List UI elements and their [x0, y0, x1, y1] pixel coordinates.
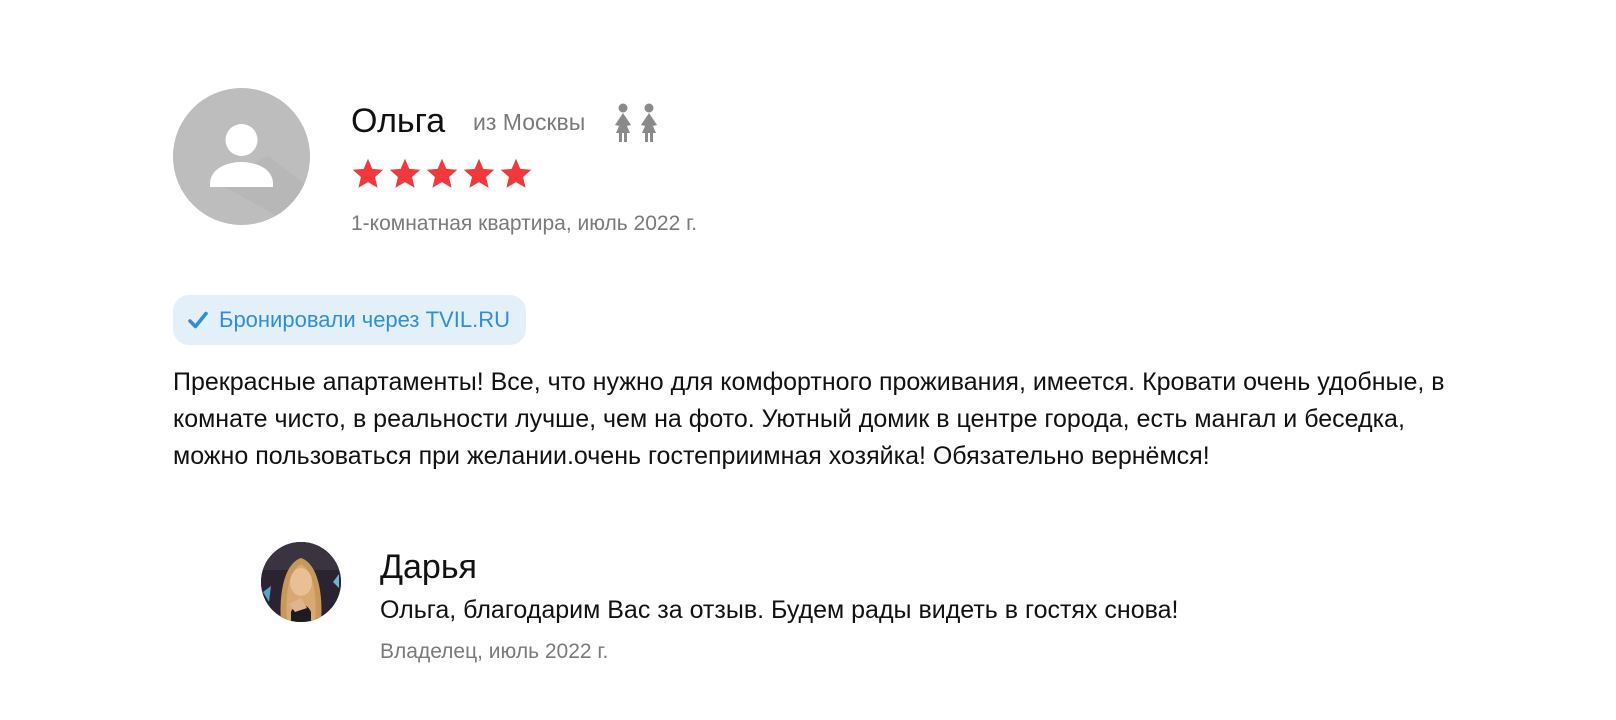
reviewer-avatar [173, 88, 310, 225]
default-user-avatar-icon [173, 88, 310, 225]
star-icon [352, 158, 384, 188]
star-icon [426, 158, 458, 188]
star-icon [463, 158, 495, 188]
reviewer-name: Ольга [351, 102, 446, 140]
booked-via-badge: Бронировали через TVIL.RU [173, 295, 526, 345]
star-icon [389, 158, 421, 188]
review-text: Прекрасные апартаменты! Все, что нужно д… [173, 368, 1445, 470]
reviewer-city: из Москвы [473, 109, 586, 135]
owner-name: Дарья [380, 548, 477, 586]
checkmark-icon [188, 311, 208, 329]
owner-avatar [261, 542, 341, 622]
stay-info: 1-комнатная квартира, июль 2022 г. [351, 212, 698, 235]
star-icon [500, 158, 532, 188]
owner-photo-avatar [261, 542, 341, 622]
booked-via-label: Бронировали через TVIL.RU [219, 307, 510, 332]
rating-stars [350, 156, 534, 192]
owner-reply-meta: Владелец, июль 2022 г. [380, 640, 609, 663]
review-card: Ольга из Москвы 1-комнатная квартира, ию… [0, 0, 1616, 720]
two-women-icon [615, 103, 657, 142]
owner-reply-text: Ольга, благодарим Вас за отзыв. Будем ра… [380, 596, 1179, 624]
